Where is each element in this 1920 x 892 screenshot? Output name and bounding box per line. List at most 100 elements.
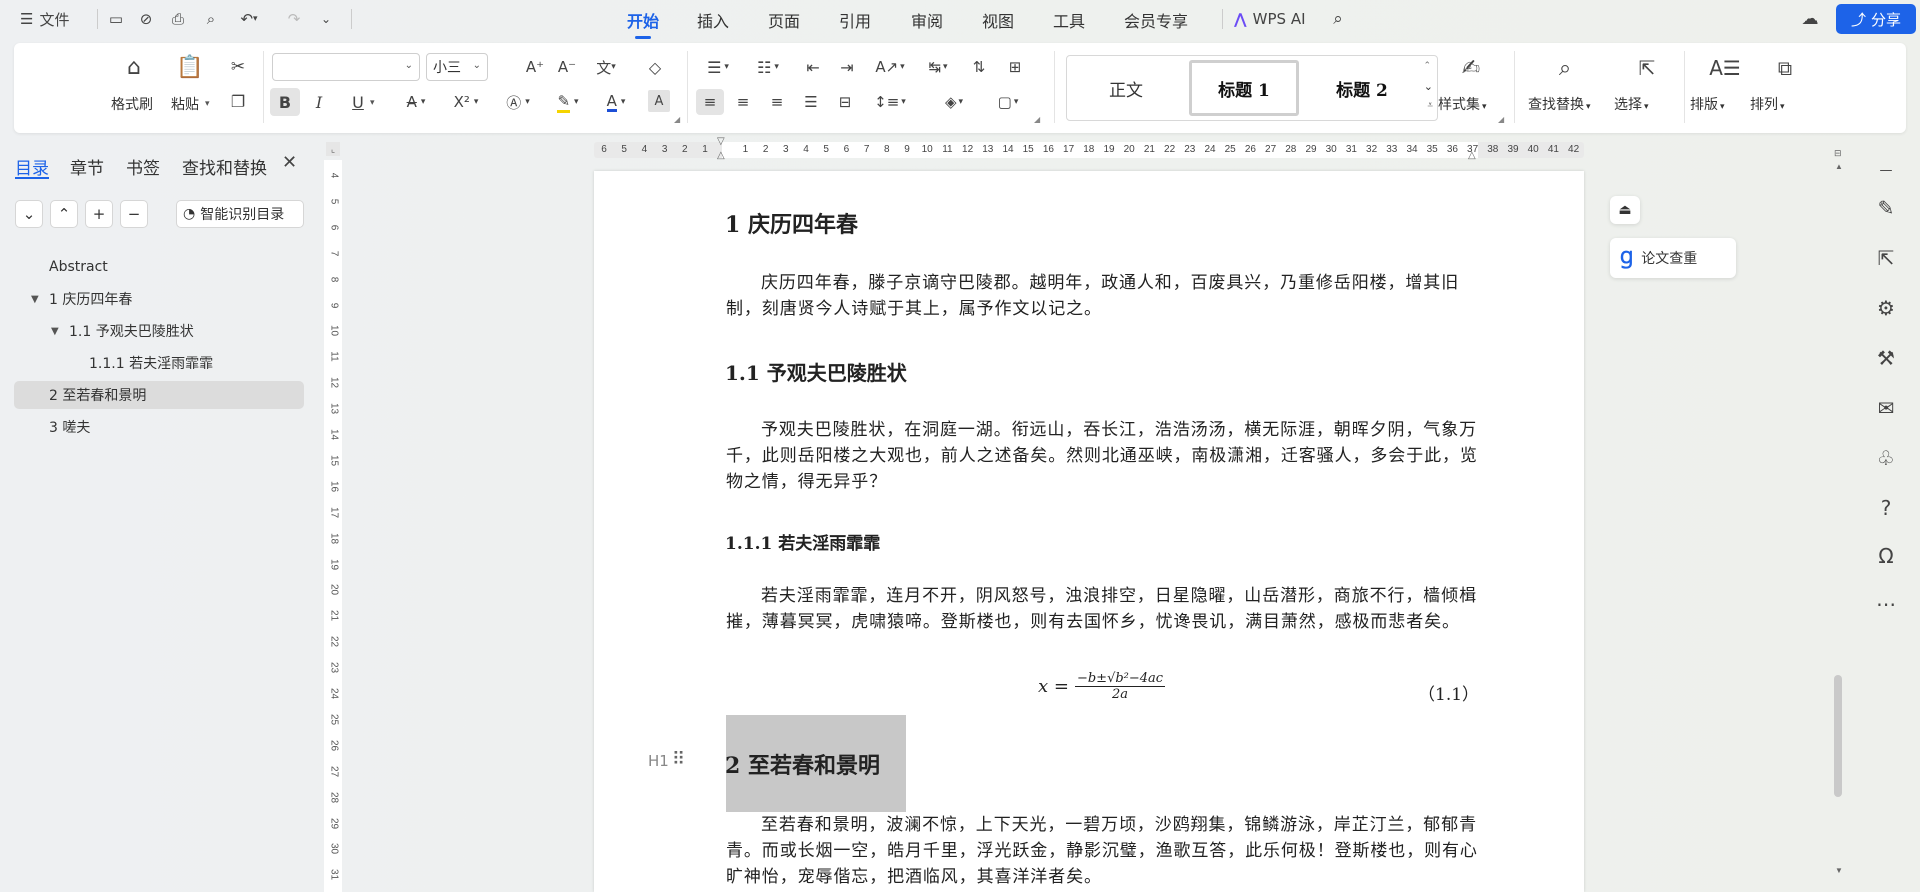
adjust-settings-icon[interactable]: ⚙ [1872,294,1900,322]
tab-references[interactable]: 引用 [839,8,871,32]
vertical-ruler[interactable]: 4 5 6 7 8 9 10 11 12 13 14 15 16 17 18 19 20 21 22 23 24 25 26… [324,160,342,892]
layout-icon[interactable]: A☰ [1708,53,1742,83]
pen-icon[interactable]: ✎ [1872,194,1900,222]
heading-level-marker[interactable]: H1 [648,752,669,770]
search-icon[interactable]: ⌕ [1326,6,1350,32]
layout-button[interactable]: 排版 ▾ [1690,94,1725,114]
clear-format-icon[interactable]: ◇ [642,55,668,79]
more-styles-icon[interactable]: ⩡ [1427,100,1433,111]
font-name-select[interactable]: ⌄ [272,53,420,81]
heading-1[interactable]: 1 庆历四年春 [725,207,858,239]
toc-item[interactable]: ▼ 1.1 予观夫巴陵胜状 [14,317,304,345]
strikethrough-icon[interactable]: A ▾ [396,88,436,116]
find-replace-icon[interactable]: ⌕ [1548,53,1582,83]
align-right-icon[interactable]: ≡ [764,89,790,115]
print-preview-icon[interactable]: ⌕ [198,6,224,32]
sort-icon[interactable]: ⇅ [966,55,992,79]
style-set-button[interactable]: 样式集 ▾ [1438,94,1487,114]
scroll-up-arrow-icon[interactable]: ▲ [1835,162,1843,171]
tab-review[interactable]: 审阅 [911,8,943,32]
cursor-select-icon[interactable]: ⇱ [1872,244,1900,272]
more-icon[interactable]: ⋯ [1872,590,1900,618]
share-button[interactable]: ⤴ 分享 [1836,4,1916,34]
undo-icon[interactable]: ↶ ▾ [234,6,264,32]
save-icon[interactable]: ▭ [104,6,128,32]
select-cursor-icon[interactable]: ⇱ [1630,53,1664,83]
nav-tab-sections[interactable]: 章节 [70,154,104,179]
increase-font-icon[interactable]: A⁺ [522,55,548,79]
increase-indent-icon[interactable]: ⇥ [834,55,860,79]
toc-item[interactable]: ▼ 1 庆历四年春 [14,285,304,313]
nav-tab-find-replace[interactable]: 查找和替换 [182,154,267,179]
scroll-up-icon[interactable]: ⌃ [1423,60,1431,71]
tab-tools[interactable]: 工具 [1053,8,1085,32]
symbol-omega-icon[interactable]: Ω [1872,542,1900,570]
styles-dialog-launcher-icon[interactable]: ◢ [1498,115,1504,124]
hanging-indent-marker-icon[interactable]: △ [717,150,725,161]
add-heading-button[interactable]: + [85,200,113,228]
scroll-down-icon[interactable]: ⌄ [1424,80,1433,93]
drag-handle-icon[interactable]: ⠿ [672,749,685,770]
heading-1-selected[interactable]: 2 至若春和景明 [725,748,880,780]
paste-label[interactable]: 粘贴 [171,94,199,114]
help-icon[interactable]: ? [1872,494,1900,522]
toc-item[interactable]: Abstract [14,253,304,281]
expand-up-button[interactable]: ⌃ [50,200,78,228]
style-heading-1[interactable]: 标题 1 [1189,60,1299,116]
cloud-shirt-icon[interactable]: ♧ [1872,444,1900,472]
format-painter-icon[interactable]: ⌂ [118,53,150,81]
collapse-sidebar-icon[interactable]: — [1872,156,1900,184]
text-effect-icon[interactable]: Ⓐ ▾ [498,88,538,116]
tab-member[interactable]: 会员专享 [1124,8,1188,32]
tools-icon[interactable]: ⚒ [1872,344,1900,372]
italic-button[interactable]: I [306,88,332,116]
select-button[interactable]: 选择 ▾ [1614,94,1649,114]
paragraph[interactable]: 至若春和景明，波澜不惊，上下天光，一碧万顷，沙鸥翔集，锦鳞游泳，岸芷汀兰，郁郁青… [726,812,1478,890]
tab-page[interactable]: 页面 [768,8,800,32]
highlight-icon[interactable]: ✎ ▾ [546,88,590,116]
collapse-all-button[interactable]: ⌄ [15,200,43,228]
numbered-list-icon[interactable]: ☷ ▾ [748,55,788,79]
underline-button[interactable]: U [346,88,370,116]
arrange-icon[interactable]: ⧉ [1768,53,1802,83]
phonetic-guide-icon[interactable]: 文 ▾ [588,55,624,79]
ruler-toggle-icon[interactable]: ⊟ [1834,148,1842,159]
translate-icon[interactable]: ✉ [1872,394,1900,422]
redo-icon[interactable]: ↷ [282,6,306,32]
heading-3[interactable]: 1.1.1 若夫淫雨霏霏 [725,529,880,554]
decrease-font-icon[interactable]: A⁻ [554,55,580,79]
ruler-corner-tab-icon[interactable]: ⌞ [326,142,340,156]
copy-icon[interactable]: ❐ [226,89,250,113]
font-size-select[interactable]: 小三 ⌄ [426,53,488,81]
equation[interactable]: x = −b±√b²−4ac 2a [1038,671,1166,702]
align-left-icon[interactable]: ≡ [696,89,724,115]
paragraph[interactable]: 予观夫巴陵胜状，在洞庭一湖。衔远山，吞长江，浩浩汤汤，横无际涯，朝晖夕阴，气象万… [726,417,1478,495]
paragraph-dialog-launcher-icon[interactable]: ◢ [1034,115,1040,124]
toc-item[interactable]: 1.1.1 若夫淫雨霏霏 [14,349,304,377]
right-indent-marker-icon[interactable]: △ [1468,150,1476,161]
decrease-indent-icon[interactable]: ⇤ [800,55,826,79]
cloud-upload-icon[interactable]: ☁ [1796,6,1824,32]
remove-heading-button[interactable]: − [120,200,148,228]
format-painter-label[interactable]: 格式刷 [111,94,153,114]
paragraph[interactable]: 庆历四年春，滕子京谪守巴陵郡。越明年，政通人和，百废具兴，乃重修岳阳楼，增其旧制… [726,270,1478,322]
distributed-icon[interactable]: ⊟ [832,89,858,115]
toc-item-selected[interactable]: 2 至若春和景明 [14,381,304,409]
arrange-button[interactable]: 排列 ▾ [1750,94,1785,114]
text-direction-icon[interactable]: A↗ ▾ [870,55,910,79]
superscript-button[interactable]: X² ▾ [444,88,488,116]
char-shading-icon[interactable]: A [648,90,670,112]
toc-item[interactable]: 3 嗟夫 [14,413,304,441]
paste-chevron-icon[interactable]: ▾ [205,98,210,109]
line-spacing-icon[interactable]: ↕≡ ▾ [870,89,910,115]
font-dialog-launcher-icon[interactable]: ◢ [674,115,680,124]
paper-check-button[interactable]: Ɡ 论文查重 [1610,238,1736,278]
find-replace-button[interactable]: 查找替换 ▾ [1528,94,1591,114]
heading-2[interactable]: 1.1 予观夫巴陵胜状 [725,357,907,386]
expand-arrow-icon[interactable]: ▼ [51,326,59,337]
scroll-down-arrow-icon[interactable]: ▼ [1835,866,1843,875]
close-icon[interactable]: ✕ [282,152,297,173]
style-heading-2[interactable]: 标题 2 [1307,60,1417,116]
smart-toc-button[interactable]: ◔ 智能识别目录 [176,200,304,228]
print-icon[interactable]: ⎙ [166,6,190,32]
